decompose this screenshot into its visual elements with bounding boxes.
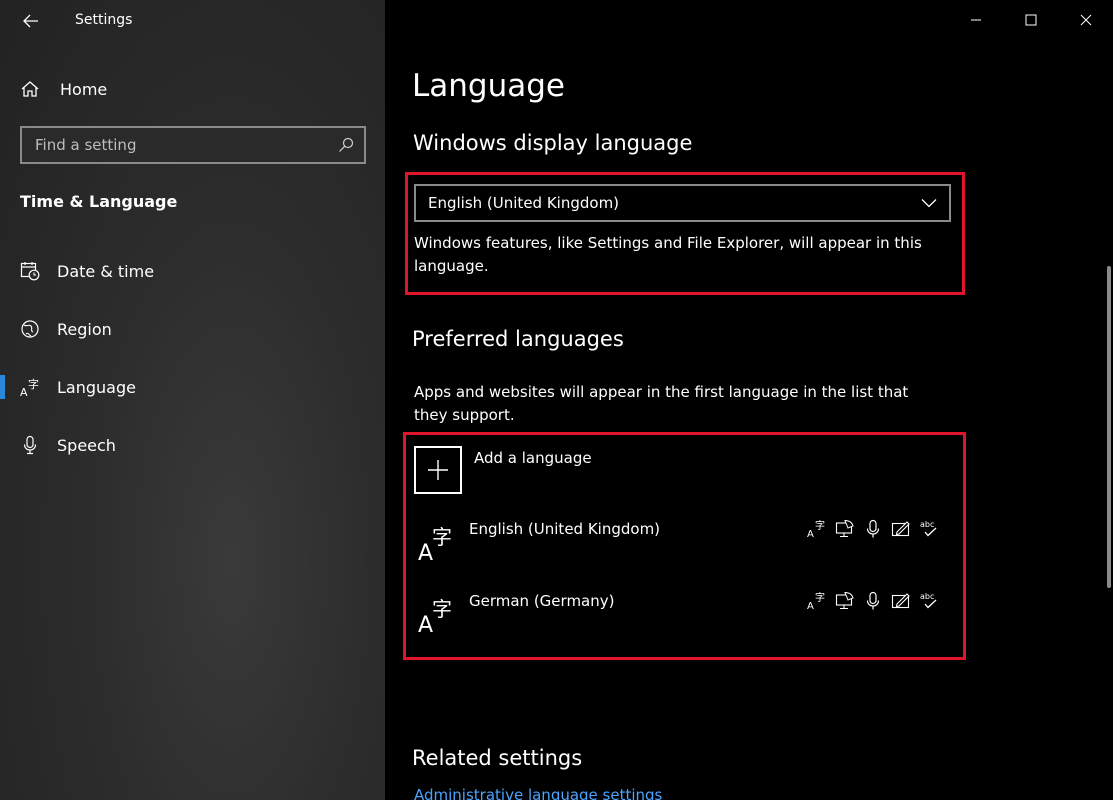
display-language-icon: A 字	[806, 590, 828, 612]
language-list-item[interactable]: A 字 German (Germany) A 字 abc	[414, 590, 944, 646]
language-icon: A 字	[418, 597, 452, 634]
section-heading: Time & Language	[20, 192, 178, 211]
search-box[interactable]	[20, 126, 366, 164]
speech-recognition-icon	[862, 518, 884, 540]
main-content: Language Windows display language Englis…	[385, 0, 1113, 800]
sidebar-item-label: Region	[57, 319, 112, 339]
display-language-description: Windows features, like Settings and File…	[414, 234, 922, 275]
handwriting-icon	[890, 590, 912, 612]
app-title: Settings	[75, 12, 133, 28]
home-nav-item[interactable]: Home	[20, 77, 107, 101]
display-language-icon: A 字	[806, 518, 828, 540]
language-list-item[interactable]: A 字 English (United Kingdom) A 字 abc	[414, 518, 944, 574]
text-to-speech-icon	[834, 590, 856, 612]
speech-recognition-icon	[862, 590, 884, 612]
add-language-button[interactable]: Add a language	[414, 446, 592, 494]
sidebar-item-speech[interactable]: Speech	[0, 425, 385, 465]
add-language-label: Add a language	[474, 449, 592, 467]
language-features: A 字 abc	[806, 518, 940, 540]
globe-icon	[19, 318, 41, 340]
svg-text:字: 字	[28, 377, 39, 391]
dropdown-value: English (United Kingdom)	[428, 194, 620, 212]
display-language-dropdown[interactable]: English (United Kingdom)	[414, 184, 951, 222]
language-name: German (Germany)	[469, 592, 615, 610]
svg-text:A: A	[20, 386, 28, 398]
title-bar: Settings	[0, 0, 385, 40]
display-language-heading: Windows display language	[413, 131, 693, 155]
sidebar-item-label: Speech	[57, 435, 116, 455]
sidebar-item-label: Language	[57, 377, 136, 397]
plus-icon	[414, 446, 462, 494]
svg-text:A: A	[418, 613, 433, 634]
back-arrow-icon	[23, 14, 38, 28]
chevron-down-icon	[921, 199, 937, 208]
sidebar-item-label: Date & time	[57, 261, 155, 281]
search-input[interactable]	[35, 136, 338, 154]
spell-check-icon: abc	[918, 518, 940, 540]
preferred-languages-heading: Preferred languages	[412, 327, 624, 351]
search-icon[interactable]	[338, 137, 354, 153]
administrative-language-settings-link[interactable]: Administrative language settings	[414, 786, 662, 800]
svg-text:A: A	[807, 601, 814, 611]
language-icon: A 字	[19, 376, 41, 398]
language-features: A 字 abc	[806, 590, 940, 612]
calendar-clock-icon	[19, 260, 41, 282]
spell-check-label: abc	[920, 592, 934, 601]
scrollbar[interactable]	[1107, 266, 1111, 588]
sidebar: Settings Home Time & Language Date & tim…	[0, 0, 385, 800]
handwriting-icon	[890, 518, 912, 540]
preferred-languages-description: Apps and websites will appear in the fir…	[414, 383, 909, 424]
sidebar-item-language[interactable]: A 字 Language	[0, 367, 385, 407]
svg-text:字: 字	[432, 597, 452, 621]
svg-text:A: A	[807, 529, 814, 539]
sidebar-item-region[interactable]: Region	[0, 309, 385, 349]
svg-text:字: 字	[815, 519, 825, 532]
language-name: English (United Kingdom)	[469, 520, 661, 538]
sidebar-item-date-time[interactable]: Date & time	[0, 251, 385, 291]
svg-text:字: 字	[432, 525, 452, 549]
back-button[interactable]	[18, 8, 44, 34]
home-icon	[21, 81, 39, 97]
svg-text:字: 字	[815, 591, 825, 604]
active-indicator	[0, 375, 5, 399]
svg-text:A: A	[418, 541, 433, 562]
page-title: Language	[412, 68, 565, 104]
related-settings-heading: Related settings	[412, 746, 583, 770]
home-label: Home	[60, 79, 108, 99]
text-to-speech-icon	[834, 518, 856, 540]
microphone-icon	[19, 434, 41, 456]
language-icon: A 字	[418, 525, 452, 562]
spell-check-label: abc	[920, 520, 934, 529]
spell-check-icon: abc	[918, 590, 940, 612]
